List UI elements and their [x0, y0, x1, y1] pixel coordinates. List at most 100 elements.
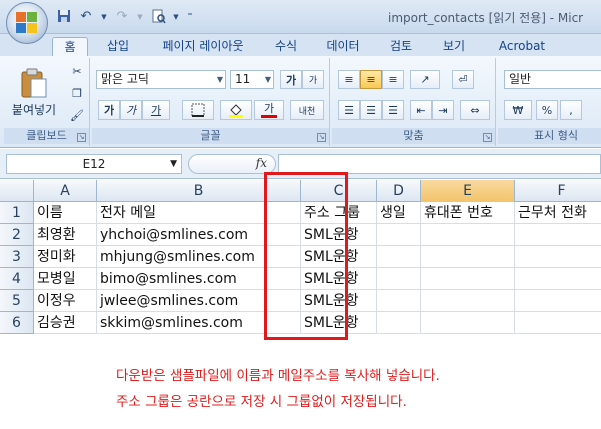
borders-button[interactable]	[182, 100, 214, 120]
fill-color-button[interactable]	[220, 100, 252, 120]
align-middle-icon[interactable]: ≡	[360, 70, 382, 89]
cell-c4[interactable]: SML운항	[301, 268, 377, 290]
cell-a2[interactable]: 최영환	[34, 224, 97, 246]
chevron-down-icon[interactable]: ▼	[172, 9, 180, 25]
cell-e4[interactable]	[421, 268, 515, 290]
row-header-1[interactable]: 1	[0, 202, 34, 224]
cell-b5[interactable]: jwlee@smlines.com	[97, 290, 301, 312]
cell-e2[interactable]	[421, 224, 515, 246]
cell-d1[interactable]: 생일	[377, 202, 421, 224]
select-all-corner[interactable]	[0, 180, 34, 202]
tab-view[interactable]: 보기	[432, 37, 476, 56]
tab-formulas[interactable]: 수식	[264, 37, 308, 56]
cell-f3[interactable]	[515, 246, 601, 268]
print-preview-icon[interactable]	[150, 9, 166, 25]
dialog-launcher-icon[interactable]: ↘	[483, 133, 492, 142]
cell-d2[interactable]	[377, 224, 421, 246]
cell-e3[interactable]	[421, 246, 515, 268]
cut-icon[interactable]: ✂	[68, 62, 86, 80]
cell-d3[interactable]	[377, 246, 421, 268]
cell-f6[interactable]	[515, 312, 601, 334]
column-header-a[interactable]: A	[34, 180, 97, 202]
dialog-launcher-icon[interactable]: ↘	[317, 133, 326, 142]
chevron-down-icon[interactable]: ▼	[100, 9, 108, 25]
cell-a3[interactable]: 정미화	[34, 246, 97, 268]
phonetic-button[interactable]: 내천	[290, 100, 324, 120]
font-name-combo[interactable]: 맑은 고딕 ▼	[96, 70, 226, 89]
cell-e1[interactable]: 휴대폰 번호	[421, 202, 515, 224]
cell-c5[interactable]: SML운항	[301, 290, 377, 312]
italic-button[interactable]: 가	[120, 100, 142, 120]
cell-e6[interactable]	[421, 312, 515, 334]
cell-d6[interactable]	[377, 312, 421, 334]
column-header-c[interactable]: C	[301, 180, 377, 202]
increase-indent-icon[interactable]: ⇥	[432, 100, 454, 120]
align-bottom-icon[interactable]: ≡	[382, 70, 404, 89]
currency-button[interactable]: ₩	[504, 100, 532, 120]
column-header-e[interactable]: E	[421, 180, 515, 202]
column-header-b[interactable]: B	[97, 180, 301, 202]
bold-button[interactable]: 가	[98, 100, 120, 120]
align-center-icon[interactable]: ☰	[360, 100, 382, 120]
tab-home[interactable]: 홈	[52, 37, 88, 56]
cell-f5[interactable]	[515, 290, 601, 312]
align-right-icon[interactable]: ☰	[382, 100, 404, 120]
copy-icon[interactable]: ❐	[68, 84, 86, 102]
cell-c3[interactable]: SML운항	[301, 246, 377, 268]
decrease-indent-icon[interactable]: ⇤	[410, 100, 432, 120]
cell-c6[interactable]: SML운항	[301, 312, 377, 334]
save-icon[interactable]	[56, 9, 72, 25]
percent-button[interactable]: %	[536, 100, 558, 120]
cell-b4[interactable]: bimo@smlines.com	[97, 268, 301, 290]
cell-f4[interactable]	[515, 268, 601, 290]
cell-d5[interactable]	[377, 290, 421, 312]
font-color-button[interactable]: 가	[254, 100, 284, 120]
column-header-d[interactable]: D	[377, 180, 421, 202]
align-top-icon[interactable]: ≡	[338, 70, 360, 89]
chevron-down-icon[interactable]: ▼	[136, 9, 144, 25]
row-header-6[interactable]: 6	[0, 312, 34, 334]
tab-insert[interactable]: 삽입	[98, 37, 138, 56]
orientation-icon[interactable]: ↗	[410, 70, 440, 89]
column-header-f[interactable]: F	[515, 180, 601, 202]
cell-f2[interactable]	[515, 224, 601, 246]
undo-icon[interactable]: ↶	[78, 9, 94, 25]
row-header-2[interactable]: 2	[0, 224, 34, 246]
office-button[interactable]	[6, 2, 48, 44]
cell-b1[interactable]: 전자 메일	[97, 202, 301, 224]
customize-qat-icon[interactable]: ⁼	[186, 9, 194, 25]
formula-input[interactable]	[278, 154, 601, 174]
tab-review[interactable]: 검토	[380, 37, 422, 56]
cell-b6[interactable]: skkim@smlines.com	[97, 312, 301, 334]
cell-c1[interactable]: 주소 그룹	[301, 202, 377, 224]
tab-page-layout[interactable]: 페이지 레이아웃	[150, 37, 256, 56]
dialog-launcher-icon[interactable]: ↘	[77, 133, 86, 142]
grow-font-button[interactable]: 가	[280, 70, 302, 89]
cell-c2[interactable]: SML운항	[301, 224, 377, 246]
merge-center-icon[interactable]: ⇔	[460, 100, 490, 120]
cell-f1[interactable]: 근무처 전화	[515, 202, 601, 224]
wrap-text-icon[interactable]: ⏎	[452, 70, 474, 89]
cell-d4[interactable]	[377, 268, 421, 290]
cell-a6[interactable]: 김승권	[34, 312, 97, 334]
cell-b3[interactable]: mhjung@smlines.com	[97, 246, 301, 268]
row-header-3[interactable]: 3	[0, 246, 34, 268]
cell-a1[interactable]: 이름	[34, 202, 97, 224]
cell-e5[interactable]	[421, 290, 515, 312]
paste-button[interactable]: 붙여넣기	[8, 60, 60, 124]
name-box[interactable]: E12 ▼	[6, 154, 182, 174]
row-header-4[interactable]: 4	[0, 268, 34, 290]
font-size-combo[interactable]: 11 ▼	[230, 70, 274, 89]
shrink-font-button[interactable]: 가	[302, 70, 324, 89]
cell-b2[interactable]: yhchoi@smlines.com	[97, 224, 301, 246]
redo-icon[interactable]: ↷	[114, 9, 130, 25]
format-painter-icon[interactable]: 🖌	[68, 106, 86, 124]
insert-function-icon[interactable]: fx	[256, 156, 267, 170]
cell-a5[interactable]: 이정우	[34, 290, 97, 312]
tab-data[interactable]: 데이터	[318, 37, 368, 56]
comma-button[interactable]: ,	[560, 100, 582, 120]
row-header-5[interactable]: 5	[0, 290, 34, 312]
cell-a4[interactable]: 모병일	[34, 268, 97, 290]
underline-button[interactable]: 가	[142, 100, 170, 120]
tab-acrobat[interactable]: Acrobat	[490, 37, 554, 56]
